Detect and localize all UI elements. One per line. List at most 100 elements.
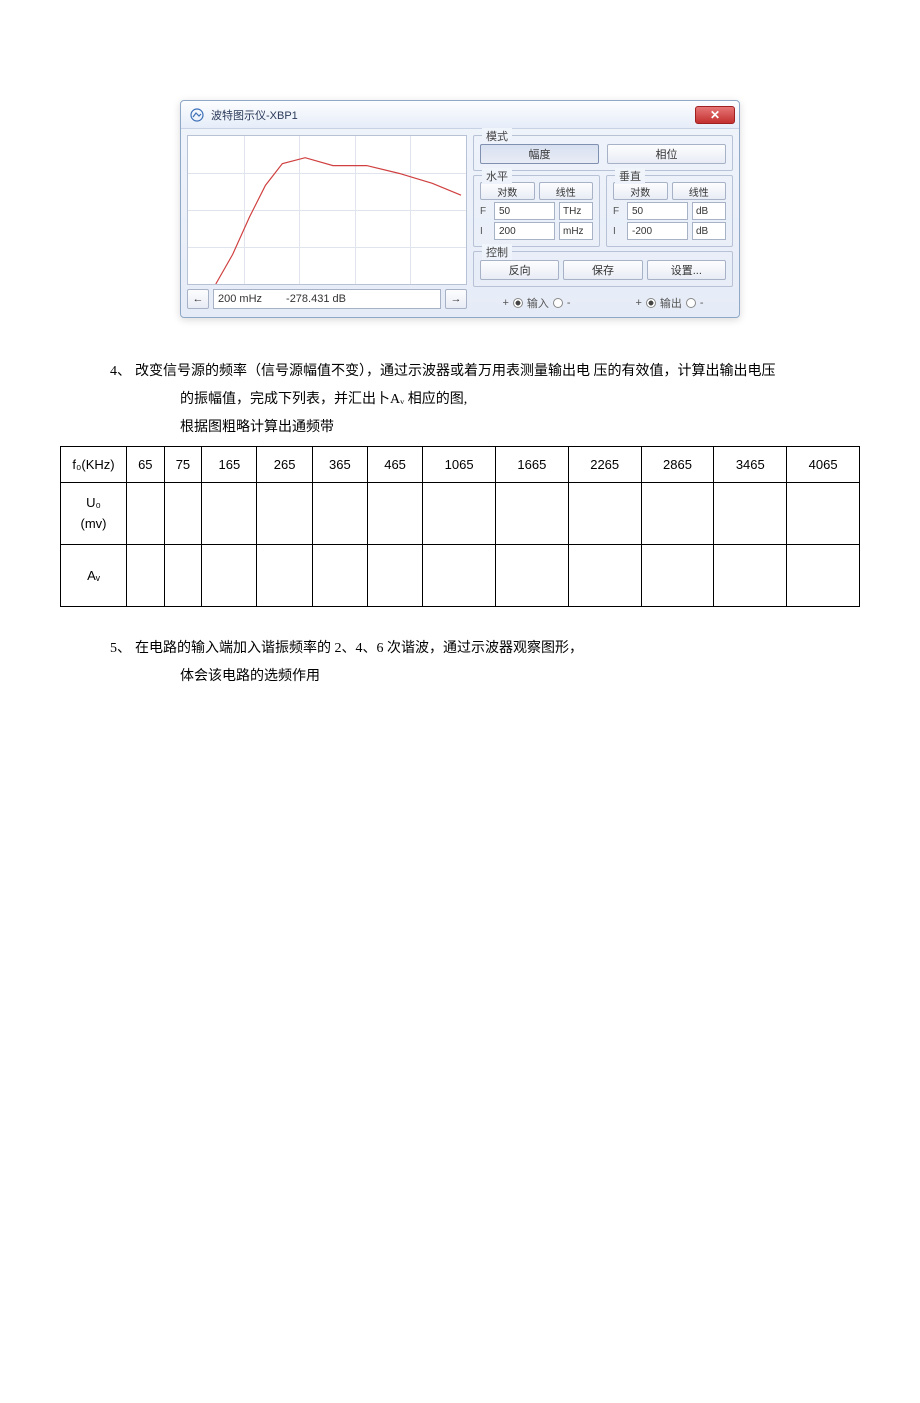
u0-cell: [127, 483, 165, 545]
av-cell: [312, 545, 367, 607]
io-input-group: + 输入 -: [473, 295, 600, 311]
table-row-freq: f₀(KHz) 65 75 165 265 365 465 1065 1665 …: [61, 447, 860, 483]
u0-cell: [164, 483, 202, 545]
v-F-label: F: [613, 206, 623, 217]
freq-cell: 2265: [568, 447, 641, 483]
io-output-group: + 输出 -: [606, 295, 733, 311]
item-4-line3: 根据图粗略计算出通频带: [60, 414, 860, 442]
av-cell: [568, 545, 641, 607]
h-F-value[interactable]: 50: [494, 202, 555, 220]
mode-magnitude-button[interactable]: 幅度: [480, 144, 599, 164]
v-I-label: I: [613, 226, 623, 237]
plot-area: [187, 135, 467, 285]
close-button[interactable]: ✕: [695, 106, 735, 124]
u0-cell: [495, 483, 568, 545]
minus-label-2: -: [700, 297, 704, 309]
titlebar: 波特图示仪-XBP1 ✕: [181, 101, 739, 129]
output-minus-radio[interactable]: [686, 298, 696, 308]
cursor-left-button[interactable]: ←: [187, 289, 209, 309]
reverse-button[interactable]: 反向: [480, 260, 559, 280]
save-button[interactable]: 保存: [563, 260, 642, 280]
freq-cell: 1065: [423, 447, 496, 483]
control-label: 控制: [482, 244, 512, 260]
av-cell: [423, 545, 496, 607]
av-cell: [164, 545, 202, 607]
v-F-unit[interactable]: dB: [692, 202, 726, 220]
freq-cell: 75: [164, 447, 202, 483]
v-I-unit[interactable]: dB: [692, 222, 726, 240]
v-lin-button[interactable]: 线性: [672, 182, 727, 200]
freq-cell: 2865: [641, 447, 714, 483]
close-icon: ✕: [710, 108, 720, 122]
mode-phase-button[interactable]: 相位: [607, 144, 726, 164]
controls-panel: 模式 幅度 相位 水平 对数 线性: [473, 135, 733, 311]
input-minus-radio[interactable]: [553, 298, 563, 308]
u0-cell: [787, 483, 860, 545]
rowhead-freq: f₀(KHz): [61, 447, 127, 483]
h-I-unit[interactable]: mHz: [559, 222, 593, 240]
vertical-label: 垂直: [615, 168, 645, 184]
settings-button[interactable]: 设置...: [647, 260, 726, 280]
av-cell: [641, 545, 714, 607]
window-title: 波特图示仪-XBP1: [211, 107, 695, 123]
freq-cell: 3465: [714, 447, 787, 483]
minus-label: -: [567, 297, 571, 309]
av-cell: [495, 545, 568, 607]
h-I-label: I: [480, 226, 490, 237]
item-4-line2: 的振幅值，完成下列表，并汇出卜Aᵥ 相应的图,: [60, 386, 860, 414]
cursor-readout: 200 mHz -278.431 dB: [213, 289, 441, 309]
u0-cell: [641, 483, 714, 545]
v-F-value[interactable]: 50: [627, 202, 688, 220]
horizontal-fieldset: 水平 对数 线性 F 50 THz I: [473, 175, 600, 247]
table-row-u0: U₀ (mv): [61, 483, 860, 545]
item-4-text1: 改变信号源的频率（信号源幅值不变），通过示波器或着万用表测量输出电 压的有效值，…: [135, 364, 776, 379]
item-5-text1: 在电路的输入端加入谐振频率的 2、4、6 次谐波，通过示波器观察图形，: [135, 641, 583, 656]
bode-body: ← 200 mHz -278.431 dB → 模式: [181, 129, 739, 317]
plot-panel: ← 200 mHz -278.431 dB →: [187, 135, 467, 311]
control-fieldset: 控制 反向 保存 设置...: [473, 251, 733, 287]
input-label: 输入: [527, 295, 549, 311]
rowhead-u0-top: U₀: [61, 493, 126, 514]
freq-cell: 365: [312, 447, 367, 483]
bode-curve: [188, 136, 466, 284]
io-row: + 输入 - + 输出 -: [473, 295, 733, 311]
plus-label-2: +: [635, 297, 641, 309]
u0-cell: [202, 483, 257, 545]
h-I-value[interactable]: 200: [494, 222, 555, 240]
v-I-value[interactable]: -200: [627, 222, 688, 240]
horizontal-label: 水平: [482, 168, 512, 184]
u0-cell: [714, 483, 787, 545]
plus-label: +: [502, 297, 508, 309]
av-cell: [202, 545, 257, 607]
u0-cell: [423, 483, 496, 545]
cursor-right-button[interactable]: →: [445, 289, 467, 309]
av-cell: [714, 545, 787, 607]
freq-cell: 4065: [787, 447, 860, 483]
h-log-button[interactable]: 对数: [480, 182, 535, 200]
plot-footer: ← 200 mHz -278.431 dB →: [187, 289, 467, 309]
input-plus-radio[interactable]: [513, 298, 523, 308]
freq-cell: 465: [367, 447, 422, 483]
u0-cell: [367, 483, 422, 545]
u0-cell: [568, 483, 641, 545]
freq-cell: 165: [202, 447, 257, 483]
mode-fieldset: 模式 幅度 相位: [473, 135, 733, 171]
frequency-table: f₀(KHz) 65 75 165 265 365 465 1065 1665 …: [60, 446, 860, 607]
readout-frequency: 200 mHz: [218, 293, 262, 305]
readout-gain: -278.431 dB: [286, 293, 346, 305]
h-lin-button[interactable]: 线性: [539, 182, 594, 200]
av-cell: [787, 545, 860, 607]
mode-label: 模式: [482, 128, 512, 144]
rowhead-u0: U₀ (mv): [61, 483, 127, 545]
u0-cell: [257, 483, 312, 545]
freq-cell: 65: [127, 447, 165, 483]
output-plus-radio[interactable]: [646, 298, 656, 308]
freq-cell: 1665: [495, 447, 568, 483]
item-5-prefix: 5、: [110, 641, 131, 656]
app-icon: [189, 107, 205, 123]
arrow-left-icon: ←: [193, 293, 204, 305]
h-F-unit[interactable]: THz: [559, 202, 593, 220]
item-5-line2: 体会该电路的选频作用: [60, 663, 860, 691]
v-log-button[interactable]: 对数: [613, 182, 668, 200]
rowhead-av: Aᵥ: [61, 545, 127, 607]
